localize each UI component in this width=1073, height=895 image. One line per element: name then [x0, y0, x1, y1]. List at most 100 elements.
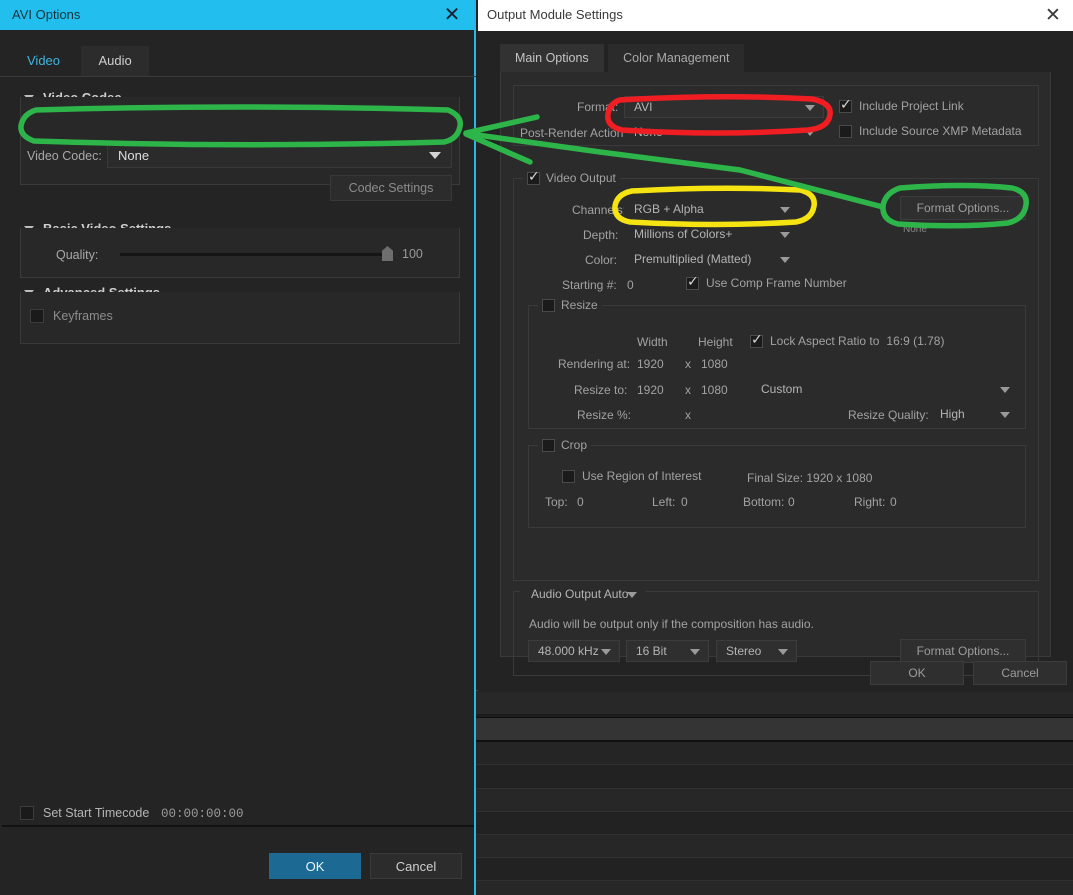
rendering-at-label: Rendering at:	[558, 357, 631, 371]
bg-row	[475, 742, 1073, 764]
quality-slider-track[interactable]	[120, 253, 386, 256]
output-module-tabstrip: Main Options Color Management	[500, 44, 745, 72]
color-label: Color:	[585, 253, 618, 267]
chevron-down-icon	[1000, 387, 1010, 393]
keyframes-label: Keyframes	[53, 309, 113, 323]
tab-color-management[interactable]: Color Management	[608, 44, 745, 72]
codec-settings-label: Codec Settings	[348, 181, 434, 195]
chevron-down-icon	[601, 649, 611, 655]
resize-legend[interactable]: Resize	[538, 298, 602, 312]
video-codec-section-box	[20, 97, 460, 185]
audio-output-legend-label: Audio Output Auto	[531, 586, 629, 601]
format-value: AVI	[634, 100, 653, 114]
keyframes-checkbox[interactable]: Keyframes	[30, 309, 113, 323]
avi-cancel-button[interactable]: Cancel	[370, 853, 462, 879]
resize-height-value[interactable]: 1080	[701, 383, 728, 397]
checkbox-icon	[527, 169, 540, 185]
resize-height-header: Height	[698, 335, 733, 349]
avi-ok-button[interactable]: OK	[269, 853, 361, 879]
channels-value: RGB + Alpha	[634, 202, 704, 216]
app-root: Output Module Settings ✕ Main Options Co…	[0, 0, 1073, 895]
checkbox-icon	[839, 97, 852, 113]
crop-right-value[interactable]: 0	[890, 495, 897, 509]
output-module-cancel-label: Cancel	[1001, 666, 1039, 680]
crop-bottom-value[interactable]: 0	[788, 495, 795, 509]
resize-group: Resize Width Height Lock Aspect Ratio to…	[528, 298, 1026, 429]
resize-percent-label: Resize %:	[577, 408, 632, 422]
close-icon[interactable]: ✕	[440, 3, 464, 27]
bg-row	[475, 691, 1073, 714]
post-render-value: None	[634, 125, 663, 139]
close-icon[interactable]: ✕	[1041, 4, 1065, 28]
final-size-label: Final Size: 1920 x 1080	[747, 471, 873, 485]
audio-output-dropdown[interactable]: Audio Output Auto	[526, 584, 639, 603]
crop-top-value[interactable]: 0	[577, 495, 584, 509]
avi-options-window: AVI Options ✕ Video Audio Video Codec Vi…	[0, 0, 476, 895]
rendering-height-value: 1080	[701, 357, 728, 371]
resize-width-header: Width	[637, 335, 668, 349]
chevron-down-icon	[780, 207, 790, 213]
checkbox-icon	[542, 298, 555, 312]
output-module-cancel-button[interactable]: Cancel	[973, 661, 1067, 685]
resize-percent-x-symbol: x	[685, 408, 691, 422]
output-module-body: Main Options Color Management Format: AV…	[478, 31, 1073, 692]
tab-video[interactable]: Video	[10, 46, 78, 76]
audio-format-options-button[interactable]: Format Options...	[900, 639, 1026, 663]
resize-width-value[interactable]: 1920	[637, 383, 664, 397]
resize-quality-dropdown[interactable]: High	[930, 403, 1019, 425]
set-start-timecode-checkbox[interactable]: Set Start Timecode	[20, 806, 149, 820]
avi-options-body: Video Audio Video Codec Video Codec: Non…	[0, 30, 476, 895]
codec-settings-button[interactable]: Codec Settings	[330, 175, 452, 201]
channels-dropdown[interactable]: RGB + Alpha	[624, 198, 799, 220]
include-project-link-checkbox[interactable]: Include Project Link	[839, 97, 964, 113]
quality-value: 100	[402, 247, 423, 261]
output-module-title: Output Module Settings	[487, 7, 623, 22]
audio-sample-rate-dropdown[interactable]: 48.000 kHz	[528, 640, 620, 662]
depth-dropdown[interactable]: Millions of Colors+	[624, 223, 799, 245]
post-render-dropdown[interactable]: None	[624, 121, 824, 143]
lock-aspect-ratio-value: 16:9 (1.78)	[886, 334, 945, 348]
bg-row	[475, 881, 1073, 895]
bg-row	[475, 812, 1073, 834]
rendering-x-symbol: x	[685, 357, 691, 371]
video-output-legend[interactable]: Video Output	[523, 169, 620, 185]
format-label: Format:	[577, 100, 619, 114]
timecode-value[interactable]: 00:00:00:00	[161, 807, 244, 821]
resize-quality-label: Resize Quality:	[848, 408, 929, 422]
audio-bit-depth-dropdown[interactable]: 16 Bit	[626, 640, 709, 662]
include-xmp-checkbox[interactable]: Include Source XMP Metadata	[839, 124, 1022, 138]
audio-channel-mode-dropdown[interactable]: Stereo	[716, 640, 797, 662]
output-module-ok-button[interactable]: OK	[870, 661, 964, 685]
crop-group: Crop Use Region of Interest Final Size: …	[528, 438, 1026, 528]
crop-top-label: Top:	[545, 495, 568, 509]
video-output-group: Video Output Channels: RGB + Alpha Depth…	[513, 169, 1039, 581]
starting-number-value[interactable]: 0	[627, 278, 634, 292]
resize-x-symbol: x	[685, 383, 691, 397]
tab-audio[interactable]: Audio	[81, 46, 149, 76]
crop-left-value[interactable]: 0	[681, 495, 688, 509]
crop-bottom-label: Bottom:	[743, 495, 785, 509]
lock-aspect-ratio-checkbox[interactable]: Lock Aspect Ratio to 16:9 (1.78)	[750, 332, 945, 348]
crop-right-label: Right:	[854, 495, 886, 509]
checkbox-icon	[750, 332, 763, 348]
include-xmp-label: Include Source XMP Metadata	[859, 124, 1022, 138]
avi-tabstrip: Video Audio	[10, 46, 149, 76]
format-dropdown[interactable]: AVI	[624, 96, 824, 118]
chevron-down-icon	[805, 105, 815, 111]
chevron-down-icon	[429, 152, 441, 159]
resize-preset-dropdown[interactable]: Custom	[751, 378, 1019, 400]
bg-row	[475, 835, 1073, 857]
crop-legend[interactable]: Crop	[538, 438, 592, 452]
chevron-down-icon	[780, 257, 790, 263]
color-dropdown[interactable]: Premultiplied (Matted)	[624, 248, 799, 270]
resize-quality-value: High	[940, 407, 965, 421]
audio-output-legend[interactable]: Audio Output Auto	[520, 584, 645, 603]
use-comp-frame-number-checkbox[interactable]: Use Comp Frame Number	[686, 274, 847, 290]
include-project-link-label: Include Project Link	[859, 99, 964, 113]
video-format-options-button[interactable]: Format Options...	[900, 196, 1026, 220]
bg-row	[475, 858, 1073, 880]
tab-main-options[interactable]: Main Options	[500, 44, 604, 72]
video-codec-dropdown[interactable]: None	[107, 142, 452, 168]
video-format-options-status: None	[903, 224, 927, 235]
use-region-of-interest-checkbox[interactable]: Use Region of Interest	[562, 469, 701, 483]
